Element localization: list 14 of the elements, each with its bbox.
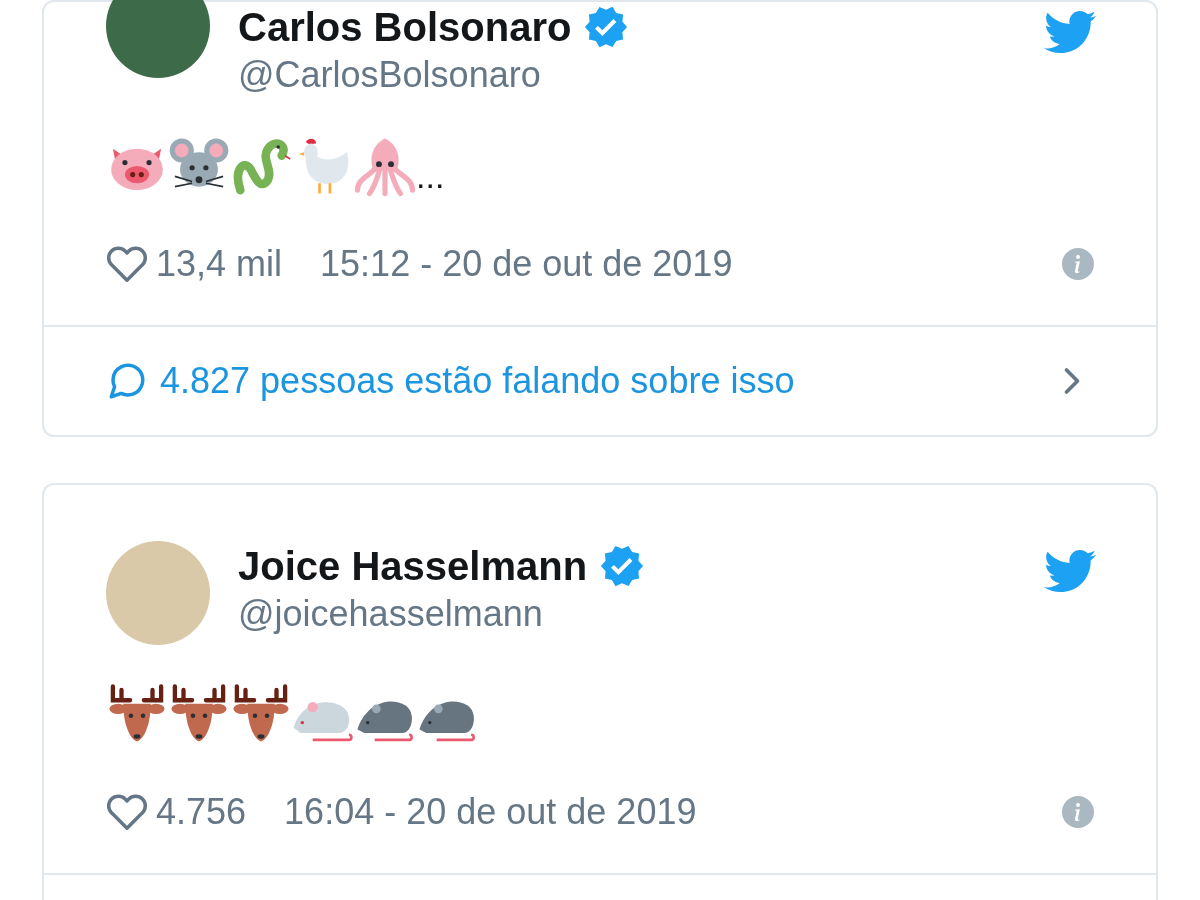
heart-icon[interactable] (106, 243, 148, 285)
tweet-timestamp: 15:12 - 20 de out de 2019 (320, 242, 734, 286)
like-count: 4.756 (156, 790, 247, 834)
heart-icon[interactable] (106, 791, 148, 833)
tweet-text: ... (416, 159, 445, 193)
author-name: Joice Hasselmann (238, 543, 588, 590)
info-icon[interactable] (1062, 248, 1094, 280)
author-handle: @CarlosBolsonaro (238, 53, 542, 97)
tweet-timestamp: 16:04 - 20 de out de 2019 (284, 790, 698, 834)
info-icon[interactable] (1062, 796, 1094, 828)
like-count: 13,4 mil (156, 242, 283, 286)
author-name: Carlos Bolsonaro (238, 4, 572, 51)
author-handle: @joicehasselmann (238, 592, 544, 636)
conversation-link[interactable]: 4.827 pessoas estão falando sobre isso (106, 354, 1050, 408)
